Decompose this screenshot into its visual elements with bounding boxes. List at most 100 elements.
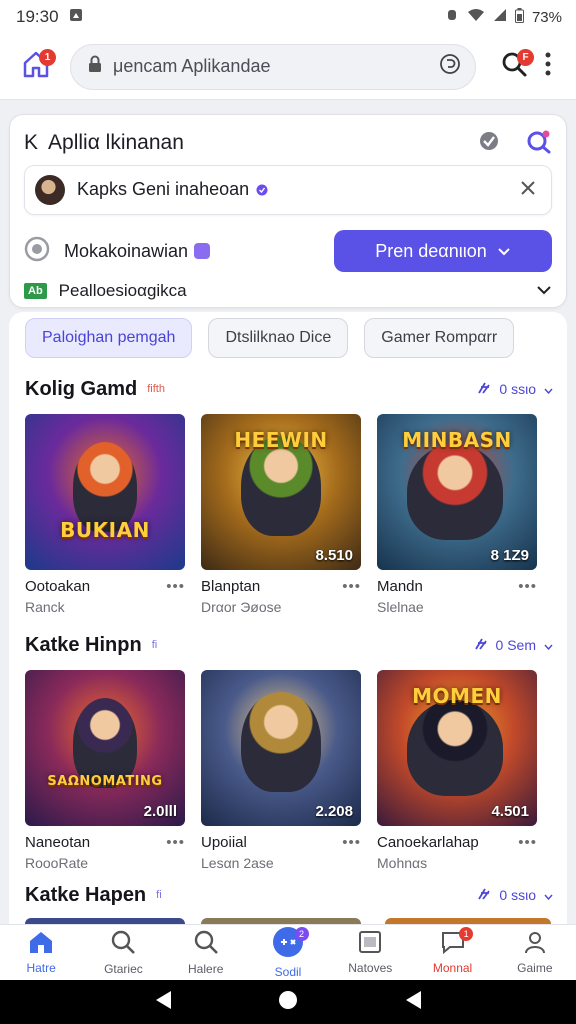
card-more-icon[interactable]: •••: [518, 578, 537, 595]
search-icon: [193, 929, 219, 960]
home-circle-icon[interactable]: [278, 990, 298, 1015]
game-thumbnail: 2.208: [201, 670, 361, 826]
game-logo: MINBASN: [402, 428, 512, 452]
section-tag: fi: [156, 889, 162, 901]
game-logo: BUKIAN: [60, 518, 150, 542]
back-icon[interactable]: [153, 989, 173, 1016]
filter-search-field[interactable]: Kapks Geni inaheoan: [24, 165, 552, 215]
game-logo: SAΩNOMATING: [47, 774, 163, 789]
section-title: Kolig Gamd: [25, 377, 138, 400]
game-thumbnail: MOMEN 4.501: [377, 670, 537, 826]
more-menu-button[interactable]: [534, 52, 562, 81]
home-button[interactable]: 1: [16, 47, 56, 87]
system-navigation: [0, 980, 576, 1024]
game-thumbnail: SAΩNOMATING 2.0lll: [25, 670, 185, 826]
search-icon: [110, 929, 136, 960]
nav-item-messages[interactable]: 1 Monnal: [411, 925, 493, 980]
game-thumbnail: MINBASN 8 1Z9: [377, 414, 537, 570]
game-subtitle: Lesαn 2ase: [201, 855, 274, 871]
see-all-link[interactable]: 0 ssιo: [477, 887, 553, 904]
game-subtitle: Drαor Эøose: [201, 599, 282, 615]
see-all-link[interactable]: 0 Sem: [474, 637, 553, 654]
nav-item-home[interactable]: Hatre: [0, 925, 82, 980]
filter-search-value: Kapks Geni inaheoan: [77, 179, 507, 201]
nav-item-news[interactable]: Natoves: [329, 925, 411, 980]
notification-icon: [69, 7, 83, 27]
card-more-icon[interactable]: •••: [166, 834, 185, 851]
game-card[interactable]: 2.208 Upoiial ••• Lesαn 2ase: [201, 670, 361, 871]
search-text: μencam Aplikandae: [113, 56, 271, 76]
info-chip-icon: [194, 243, 211, 259]
category-label: Pealloesioαgikca: [58, 281, 187, 300]
primary-action-button[interactable]: Pren deαnιιon: [334, 230, 552, 272]
filter-panel: K Aplliα lkinanan Kapks Geni inaheoan Mo…: [9, 114, 567, 308]
game-card[interactable]: MINBASN 8 1Z9 Mandn ••• Slelnae: [377, 414, 537, 615]
search-bar[interactable]: μencam Aplikandae: [70, 43, 476, 90]
reload-icon[interactable]: [439, 53, 461, 80]
search-sparkle-icon[interactable]: [526, 128, 552, 159]
nav-item-profile[interactable]: Gaime: [494, 925, 576, 980]
trend-icon: [477, 381, 491, 398]
verified-icon[interactable]: [478, 130, 500, 157]
profile-icon: [523, 930, 547, 959]
section-header-3: Katke Hapen fi 0 ssιo: [25, 880, 553, 910]
chip-2[interactable]: Gamer Rompαrr: [364, 318, 515, 358]
game-character: [407, 444, 503, 540]
key-glyph: K: [24, 131, 39, 154]
more-vert-icon: [545, 52, 551, 81]
recents-icon[interactable]: [403, 989, 423, 1016]
alarm-icon: [445, 8, 459, 26]
game-thumbnail: HEEWIN 8.510: [201, 414, 361, 570]
game-title: Blanptan: [201, 578, 261, 595]
section-header-1: Kolig Gamd fifth 0 ssιo: [25, 374, 553, 404]
lock-icon: [87, 55, 103, 78]
category-row[interactable]: Ab Pealloesioαgikca: [24, 275, 552, 307]
news-icon: [358, 930, 382, 959]
option-label: Mokakoinawian: [64, 241, 334, 262]
game-card[interactable]: MOMEN 4.501 Canoekarlahap ••• Mohnαs: [377, 670, 537, 871]
game-title: Naneotan: [25, 834, 91, 851]
section-title: Katke Hinpn: [25, 633, 142, 656]
clear-icon[interactable]: [519, 179, 537, 202]
battery-icon: [514, 7, 524, 27]
game-logo: MOMEN: [412, 684, 502, 708]
game-title: Mandn: [377, 578, 423, 595]
chevron-down-icon: [536, 282, 552, 300]
game-subtitle: Mohnαs: [377, 855, 428, 871]
status-bar: 19:30 73%: [0, 0, 576, 34]
game-score: 2.208: [315, 803, 353, 820]
nav-item-search[interactable]: Gtariec: [82, 925, 164, 980]
chip-0[interactable]: Paloighan pemgah: [25, 318, 193, 358]
game-logo: HEEWIN: [234, 428, 328, 452]
bottom-navigation: Hatre Gtariec Halere 2 Sodil Natoves 1 M…: [0, 924, 576, 980]
game-thumbnail: BUKIAN: [25, 414, 185, 570]
card-row-2: SAΩNOMATING 2.0lll Naneotan ••• RoooRate …: [25, 670, 559, 871]
card-more-icon[interactable]: •••: [518, 834, 537, 851]
search-button[interactable]: F: [494, 47, 534, 87]
avatar: [35, 175, 65, 205]
game-card[interactable]: HEEWIN 8.510 Blanptan ••• Drαor Эøose: [201, 414, 361, 615]
game-card[interactable]: SAΩNOMATING 2.0lll Naneotan ••• RoooRate: [25, 670, 185, 871]
game-score: 2.0lll: [143, 803, 177, 820]
game-character: [407, 700, 503, 796]
card-more-icon[interactable]: •••: [166, 578, 185, 595]
nav-item-games[interactable]: 2 Sodil: [247, 925, 329, 980]
section-tag: fifth: [147, 383, 165, 395]
game-card[interactable]: BUKIAN Ootoakan ••• Ranck: [25, 414, 185, 615]
card-more-icon[interactable]: •••: [342, 834, 361, 851]
chevron-down-icon: [544, 887, 553, 903]
filter-header: K Aplliα lkinanan: [24, 123, 552, 163]
see-all-link[interactable]: 0 ssιo: [477, 381, 553, 398]
radio-icon[interactable]: [24, 236, 50, 267]
section-header-2: Katke Hinpn fi 0 Sem: [25, 630, 553, 660]
wifi-icon: [467, 8, 485, 26]
chevron-down-icon: [497, 241, 511, 262]
card-row-1: BUKIAN Ootoakan ••• Ranck HEEWIN 8.510 Bl…: [25, 414, 559, 615]
top-app-bar: 1 μencam Aplikandae F: [0, 34, 576, 100]
chip-1[interactable]: Dtslilknao Dice: [208, 318, 349, 358]
nav-item-explore[interactable]: Halere: [165, 925, 247, 980]
card-more-icon[interactable]: •••: [342, 578, 361, 595]
game-title: Upoiial: [201, 834, 247, 851]
verified-badge-icon: [256, 180, 268, 201]
search-badge: F: [517, 48, 534, 66]
